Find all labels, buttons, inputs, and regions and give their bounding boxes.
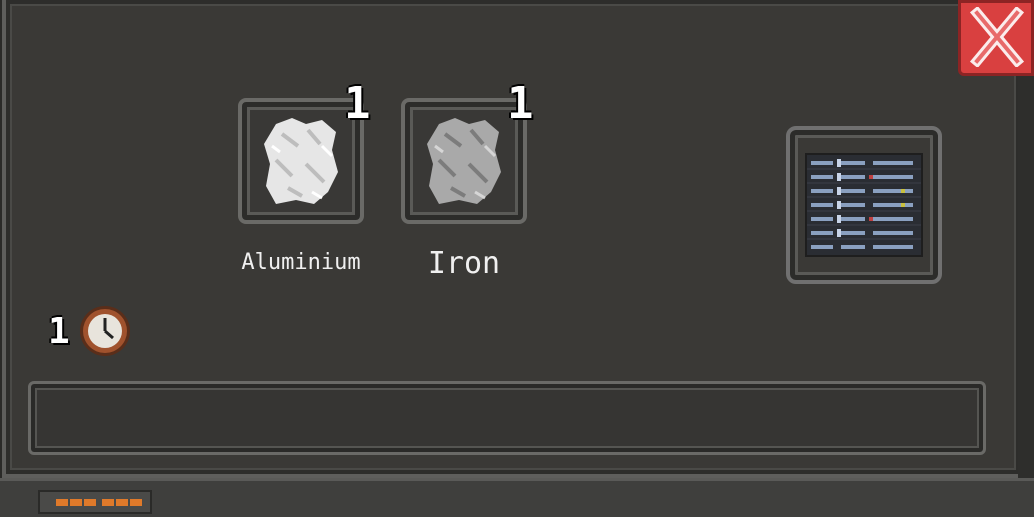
bottom-strip (0, 478, 1034, 517)
craft-time-value: 1 (48, 311, 70, 352)
clock-icon (80, 306, 130, 356)
recipe-book-button[interactable] (786, 126, 942, 284)
close-button[interactable] (958, 0, 1034, 76)
craft-progress-bar (28, 381, 986, 455)
iron-label: Iron (427, 246, 501, 281)
status-lights-icon (38, 490, 152, 514)
recipe-list-icon (805, 153, 923, 257)
aluminium-count: 1 (344, 78, 371, 129)
aluminium-label: Aluminium (241, 250, 361, 275)
iron-ore-icon (427, 118, 501, 204)
close-x-icon (969, 7, 1025, 67)
iron-count: 1 (507, 78, 534, 129)
panel-right-edge (1018, 60, 1034, 478)
aluminium-ore-icon (264, 118, 338, 204)
